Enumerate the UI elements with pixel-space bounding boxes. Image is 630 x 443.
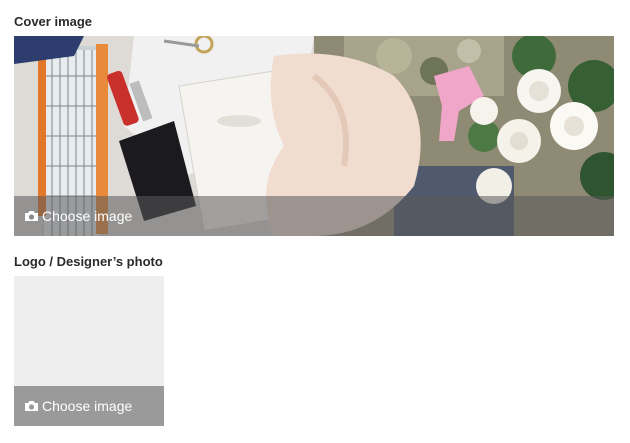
logo-choose-image-label: Choose image [42,398,133,414]
cover-choose-image-label: Choose image [42,208,133,224]
logo-image-placeholder[interactable]: Choose image [14,276,164,426]
cover-image-preview[interactable]: Choose image [14,36,614,236]
camera-icon [24,210,39,222]
logo-choose-image-button[interactable]: Choose image [14,386,164,426]
cover-image-label: Cover image [14,14,93,29]
cover-choose-image-button[interactable]: Choose image [14,196,614,236]
logo-label: Logo / Designer’s photo [14,254,163,269]
camera-icon [24,400,39,412]
